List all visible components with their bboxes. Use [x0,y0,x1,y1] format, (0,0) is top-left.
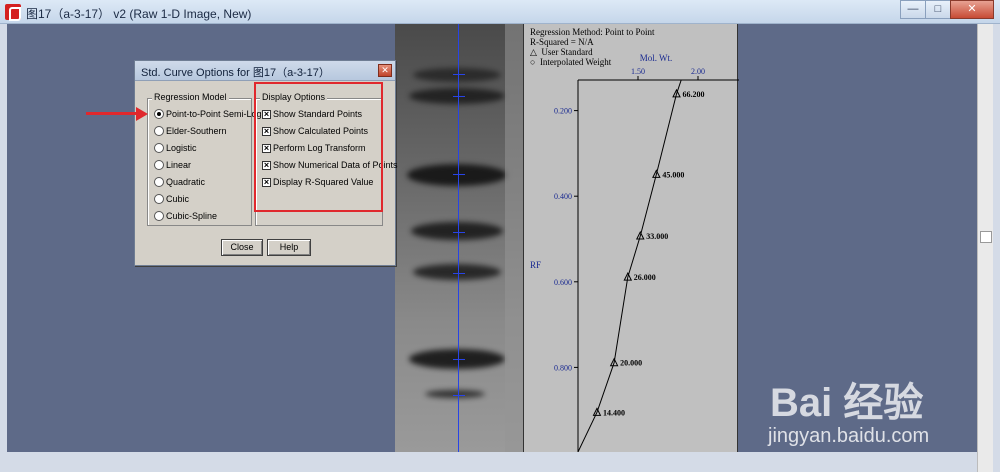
standard-point-label: 14.400 [603,408,625,417]
red-arrow-annotation [86,112,138,115]
gel-band [411,222,503,240]
scroll-thumb[interactable] [980,231,992,243]
regression-option[interactable]: Cubic [154,192,189,206]
lane-tick [453,359,465,360]
lane-tick [453,174,465,175]
radio-button[interactable] [154,177,164,187]
gel-image [395,24,523,452]
vertical-scrollbar[interactable] [977,24,993,472]
watermark-logo: Bai 经验 [770,381,924,425]
standard-point-label: 45.000 [662,170,684,179]
app-icon [5,4,21,21]
horizontal-scrollbar[interactable] [7,452,977,472]
close-window-button[interactable]: ✕ [950,0,994,19]
window-controls: — □ ✕ [900,0,994,19]
x-tick-label: 2.00 [691,67,705,76]
lane-tick [453,395,465,396]
regression-option-label: Elder-Southern [166,126,227,136]
gel-band [425,390,485,398]
watermark-url: jingyan.baidu.com [768,425,930,447]
regression-model-group: Regression Model Point-to-Point Semi-Log… [147,92,262,226]
radio-button[interactable] [154,126,164,136]
minimize-button[interactable]: — [900,0,926,19]
standard-point-label: 66.200 [683,90,705,99]
radio-button[interactable] [154,194,164,204]
gel-band [413,264,501,280]
standard-curve-chart: Mol. Wt. RF 1.50 2.00 0.200 0.400 0.600 0.800 66… [530,53,739,452]
lane-tick [453,232,465,233]
y-tick-label: 0.600 [554,278,572,287]
x-axis-title: Mol. Wt. [640,53,673,63]
regression-option-label: Linear [166,160,192,170]
standard-curve-panel: Regression Method: Point to Point R-Squa… [523,24,739,452]
regression-option[interactable]: Linear [154,158,191,172]
standard-curve-line [577,79,682,452]
regression-option[interactable]: Logistic [154,141,197,155]
y-tick-label: 0.400 [554,192,572,201]
standard-point-label: 26.000 [634,273,656,282]
regression-option[interactable]: Point-to-Point Semi-Log [154,107,262,121]
dialog-close-icon[interactable]: ✕ [378,64,392,77]
standard-point-label: 20.000 [620,359,642,368]
gel-band [413,68,501,82]
regression-option-label: Logistic [166,143,197,153]
dialog-titlebar[interactable]: Std. Curve Options for 图17（a-3-17） ✕ [135,61,395,81]
maximize-button[interactable]: □ [925,0,951,19]
y-tick-label: 0.200 [554,107,572,116]
regression-option-label: Point-to-Point Semi-Log [166,109,262,119]
x-tick-label: 1.50 [631,67,645,76]
lane-marker-line[interactable] [458,24,459,452]
radio-button[interactable] [154,143,164,153]
y-tick-label: 0.800 [554,363,572,372]
regression-option-label: Cubic-Spline [166,211,218,221]
y-axis-title: RF [530,260,541,270]
regression-option[interactable]: Elder-Southern [154,124,227,138]
lane-tick [453,96,465,97]
standard-point-label: 33.000 [646,232,668,241]
red-arrow-head [136,107,148,121]
regression-model-legend: Regression Model [152,92,229,102]
radio-button[interactable] [154,211,164,221]
red-highlight-box [254,82,383,212]
regression-option[interactable]: Cubic-Spline [154,209,217,223]
regression-option-label: Quadratic [166,177,206,187]
lane-tick [453,74,465,75]
close-button[interactable]: Close [221,239,263,256]
radio-button[interactable] [154,109,164,119]
radio-button[interactable] [154,160,164,170]
lane-tick [453,273,465,274]
dialog-title: Std. Curve Options for 图17（a-3-17） [141,67,330,79]
window-title: 图17（a-3-17） v2 (Raw 1-D Image, New) [26,7,252,21]
regression-option-label: Cubic [166,194,190,204]
help-button[interactable]: Help [267,239,311,256]
window-titlebar: 图17（a-3-17） v2 (Raw 1-D Image, New) — □ … [0,0,1000,24]
regression-option[interactable]: Quadratic [154,175,205,189]
gel-band [407,164,507,186]
